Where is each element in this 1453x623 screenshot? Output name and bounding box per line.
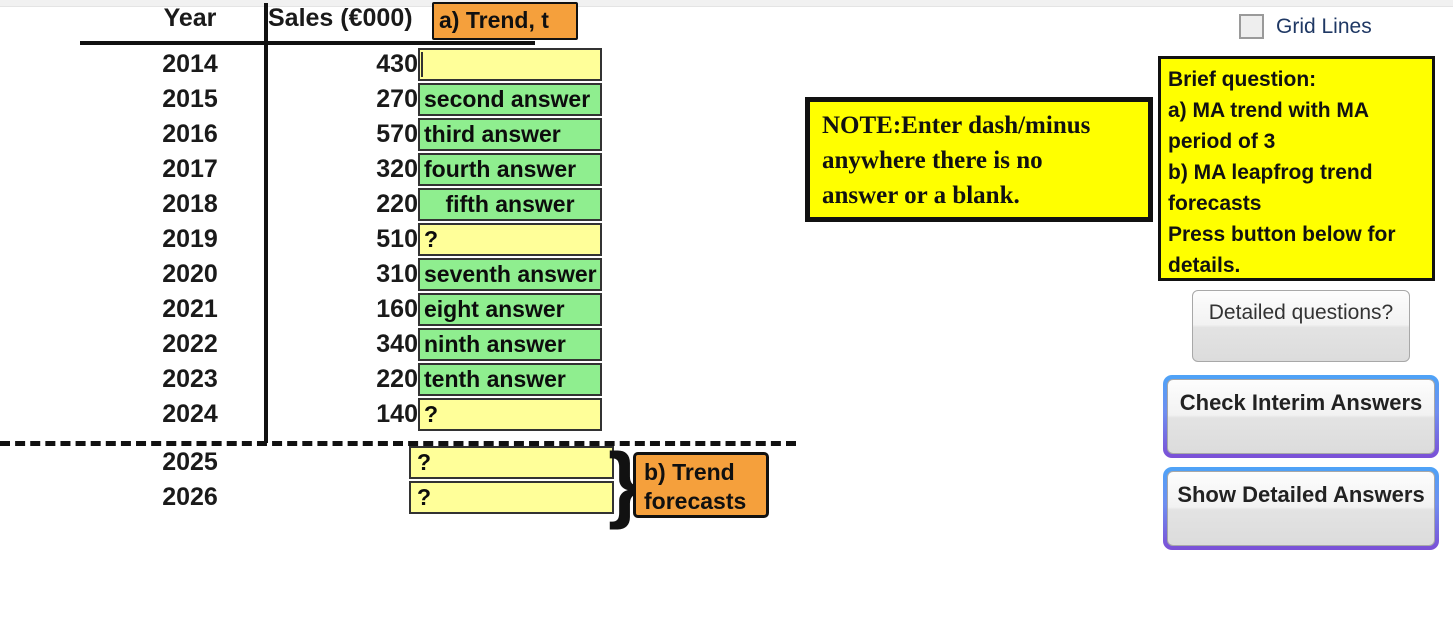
sales-cell: 140	[376, 400, 418, 428]
callout-forecast-label: b) Trend forecasts	[633, 452, 769, 518]
answer-input-cell[interactable]: ?	[418, 223, 602, 256]
sales-cell: 510	[376, 225, 418, 253]
brief-question-box: Brief question: a) MA trend with MA peri…	[1158, 56, 1435, 281]
note-line-2: anywhere there is no	[822, 147, 1043, 174]
show-detailed-answers-focus-ring: Show Detailed Answers	[1163, 467, 1439, 550]
gridlines-checkbox[interactable]	[1239, 14, 1264, 39]
year-cell: 2018	[162, 190, 218, 218]
year-cell: 2017	[162, 155, 218, 183]
callout-trend-label: a) Trend, t	[432, 2, 578, 40]
note-line-1: NOTE:Enter dash/minus	[822, 112, 1091, 139]
year-cell: 2019	[162, 225, 218, 253]
answer-input-cell[interactable]: third answer	[418, 118, 602, 151]
forecast-year-cell: 2026	[162, 483, 218, 511]
brief-line-6: Press button below for	[1168, 223, 1396, 246]
brief-line-1: Brief question:	[1168, 68, 1317, 91]
check-interim-answers-focus-ring: Check Interim Answers	[1163, 375, 1439, 458]
sales-cell: 220	[376, 365, 418, 393]
answer-input-cell[interactable]: fifth answer	[418, 188, 602, 221]
note-box: NOTE:Enter dash/minus anywhere there is …	[805, 97, 1153, 222]
year-cell: 2021	[162, 295, 218, 323]
show-detailed-answers-button[interactable]: Show Detailed Answers	[1167, 471, 1435, 546]
year-cell: 2015	[162, 85, 218, 113]
answer-input-cell[interactable]: eight answer	[418, 293, 602, 326]
answer-input-cell[interactable]: tenth answer	[418, 363, 602, 396]
header-underline	[80, 41, 535, 45]
forecast-input-cell[interactable]: ?	[409, 446, 614, 479]
brief-line-5: forecasts	[1168, 192, 1262, 215]
brief-line-2: a) MA trend with MA	[1168, 99, 1370, 122]
year-cell: 2014	[162, 50, 218, 78]
answer-input-cell[interactable]: seventh answer	[418, 258, 602, 291]
text-cursor	[421, 52, 423, 77]
year-cell: 2024	[162, 400, 218, 428]
sales-cell: 220	[376, 190, 418, 218]
sales-cell: 310	[376, 260, 418, 288]
worksheet-area: Year Sales (€000) a) Trend, t 2014 430 201…	[0, 0, 800, 560]
sales-cell: 320	[376, 155, 418, 183]
sales-cell: 340	[376, 330, 418, 358]
sales-cell: 570	[376, 120, 418, 148]
answer-input-cell[interactable]	[418, 48, 602, 81]
answer-input-cell[interactable]: second answer	[418, 83, 602, 116]
check-interim-answers-button[interactable]: Check Interim Answers	[1167, 379, 1435, 454]
sales-cell: 430	[376, 50, 418, 78]
year-cell: 2016	[162, 120, 218, 148]
detailed-questions-button[interactable]: Detailed questions?	[1192, 290, 1410, 362]
forecast-separator-dashed-line	[0, 441, 796, 446]
year-cell: 2022	[162, 330, 218, 358]
gridlines-label: Grid Lines	[1276, 14, 1372, 38]
answer-input-cell[interactable]: fourth answer	[418, 153, 602, 186]
sales-cell: 160	[376, 295, 418, 323]
brief-line-3: period of 3	[1168, 130, 1276, 153]
brief-line-7: details.	[1168, 254, 1241, 277]
forecast-input-cell[interactable]: ?	[409, 481, 614, 514]
year-cell: 2020	[162, 260, 218, 288]
sales-cell: 270	[376, 85, 418, 113]
note-line-3: answer or a blank.	[822, 182, 1020, 209]
brief-line-4: b) MA leapfrog trend	[1168, 161, 1373, 184]
gridlines-toggle[interactable]: Grid Lines	[1239, 14, 1372, 39]
column-divider-line	[264, 3, 268, 443]
answer-input-cell[interactable]: ?	[418, 398, 602, 431]
year-cell: 2023	[162, 365, 218, 393]
answer-input-cell[interactable]: ninth answer	[418, 328, 602, 361]
column-header-sales: Sales (€000)	[268, 4, 413, 32]
forecast-year-cell: 2025	[162, 448, 218, 476]
column-header-year: Year	[163, 4, 217, 32]
